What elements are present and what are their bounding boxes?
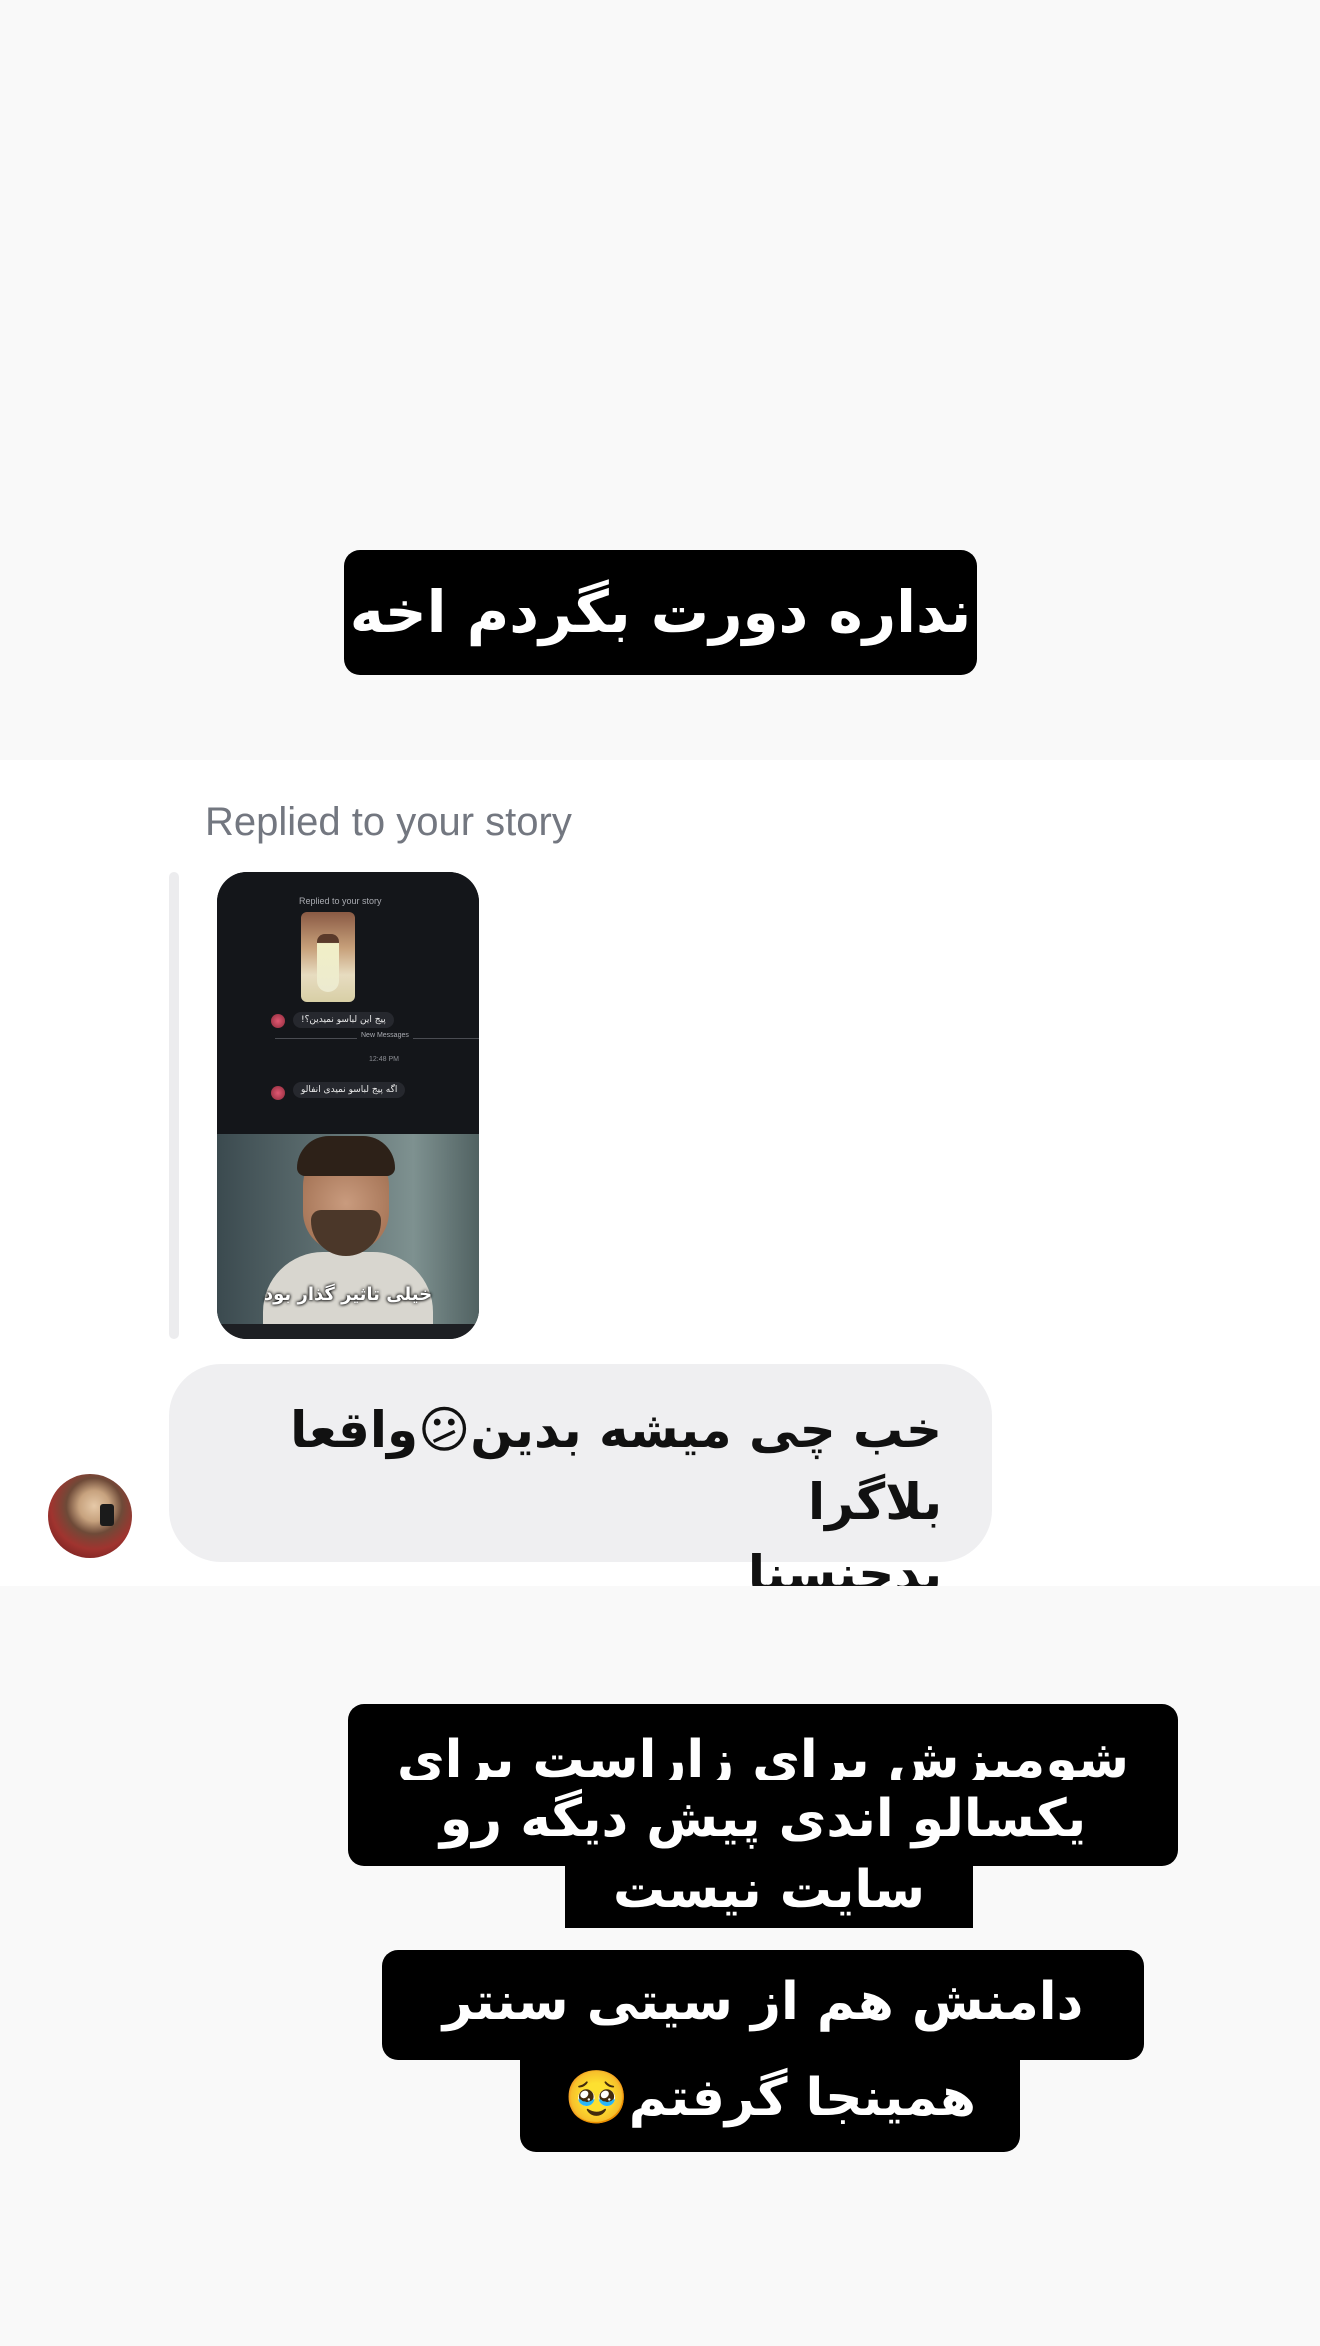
- thumbnail-meme-photo: خیلی تاثیر گذار بود: [217, 1134, 479, 1332]
- thumbnail-chat-screenshot: Replied to your story پیج این لباسو نمید…: [217, 872, 479, 1134]
- thumbnail-message-row: پیج این لباسو نمیدین؟!: [271, 1012, 471, 1030]
- thumbnail-timestamp: 12:48 PM: [369, 1056, 399, 1063]
- thumbnail-message-bubble: اگه پیج لباسو نمیدی انفالو: [293, 1082, 406, 1098]
- story-caption-line: سایت نیست: [565, 1856, 973, 1928]
- avatar-phone-detail: [100, 1504, 114, 1526]
- chat-area: Replied to your story Replied to your st…: [0, 760, 1320, 1603]
- message-bubble[interactable]: خب چی میشه بدین😕واقعا بلاگرا بدجنسنا: [169, 1364, 992, 1603]
- story-bottom-area: شومیزش برای زاراست برای یکسالو اندی پیش …: [0, 1586, 1320, 2346]
- thumbnail-mini-story-image: [301, 912, 355, 1002]
- story-thumbnail[interactable]: Replied to your story پیج این لباسو نمید…: [217, 872, 479, 1339]
- mini-story-figure: [317, 934, 339, 992]
- story-caption-line: دامنش هم از سیتی سنتر: [382, 1950, 1144, 2060]
- thumbnail-avatar: [271, 1014, 285, 1028]
- sender-avatar[interactable]: [48, 1474, 132, 1558]
- photo-subtitle: خیلی تاثیر گذار بود: [263, 1284, 433, 1305]
- thumbnail-reply-label: Replied to your story: [299, 896, 382, 906]
- photo-beard: [311, 1210, 381, 1256]
- thumbnail-message-bubble: پیج این لباسو نمیدین؟!: [293, 1012, 394, 1028]
- thumbnail-avatar: [271, 1086, 285, 1100]
- story-caption-line: یکسالو اندی پیش دیگه رو: [348, 1780, 1178, 1866]
- photo-hair: [297, 1136, 395, 1176]
- reply-indicator-bar: [169, 872, 179, 1339]
- story-top-area: نداره دورت بگردم اخه: [0, 0, 1320, 760]
- story-caption-line: همینجا گرفتم🥹: [520, 2054, 1020, 2152]
- replied-to-story-label: Replied to your story: [205, 800, 572, 844]
- story-caption-top: نداره دورت بگردم اخه: [344, 550, 977, 675]
- thumbnail-bottom-strip: [217, 1324, 479, 1339]
- thumbnail-new-messages-label: New Messages: [357, 1032, 413, 1039]
- message-line-1: خب چی میشه بدین😕واقعا بلاگرا: [290, 1401, 942, 1531]
- thumbnail-message-row: اگه پیج لباسو نمیدی انفالو: [271, 1082, 471, 1100]
